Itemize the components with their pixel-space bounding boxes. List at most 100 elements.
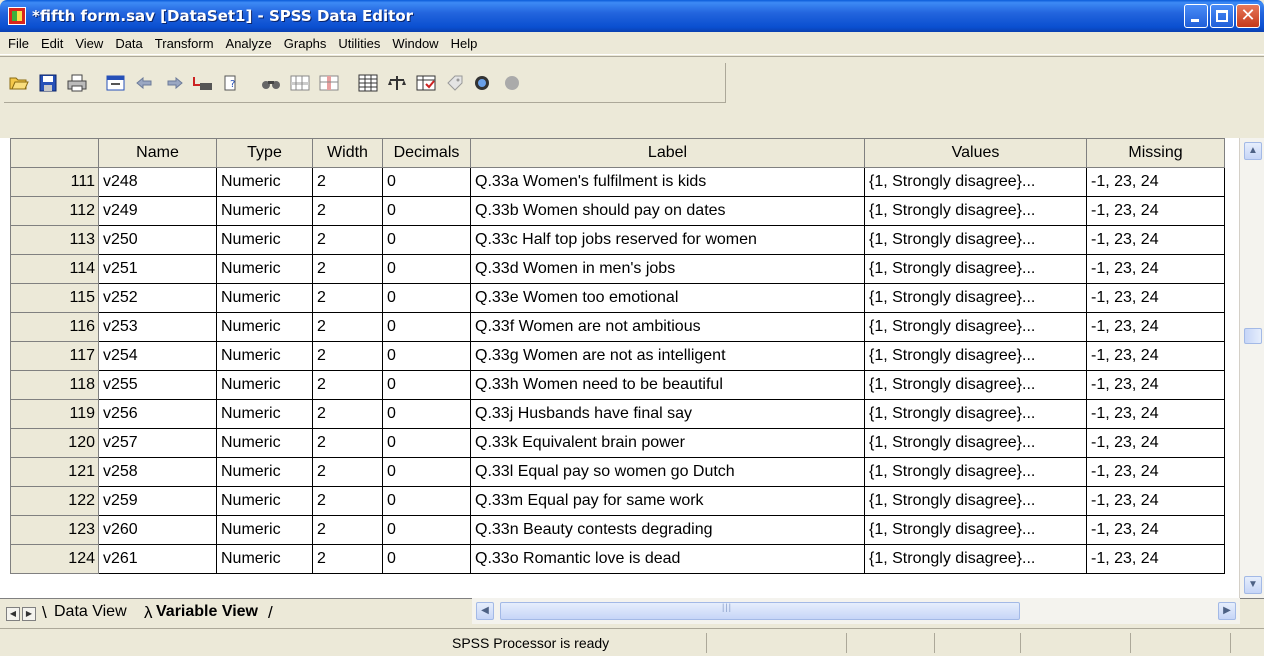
cell-name[interactable]: v248 [98, 167, 217, 197]
row-number[interactable]: 114 [10, 254, 99, 284]
show-all-icon[interactable] [502, 72, 524, 94]
row-number[interactable]: 111 [10, 167, 99, 197]
open-icon[interactable] [8, 72, 30, 94]
horizontal-scrollbar[interactable]: ◀ ||| ▶ [472, 598, 1240, 624]
cell-name[interactable]: v256 [98, 399, 217, 429]
cell-width[interactable]: 2 [312, 225, 383, 255]
cell-name[interactable]: v258 [98, 457, 217, 487]
row-number[interactable]: 122 [10, 486, 99, 516]
insert-cases-icon[interactable] [289, 72, 311, 94]
cell-values[interactable]: {1, Strongly disagree}... [864, 370, 1087, 400]
cell-label[interactable]: Q.33e Women too emotional [470, 283, 865, 313]
cell-missing[interactable]: -1, 23, 24 [1086, 399, 1225, 429]
find-icon[interactable] [260, 72, 282, 94]
cell-missing[interactable]: -1, 23, 24 [1086, 225, 1225, 255]
row-number[interactable]: 124 [10, 544, 99, 574]
dialog-recall-icon[interactable] [105, 72, 127, 94]
cell-width[interactable]: 2 [312, 167, 383, 197]
split-file-icon[interactable] [357, 72, 379, 94]
vertical-scroll-thumb[interactable] [1244, 328, 1262, 344]
cell-label[interactable]: Q.33j Husbands have final say [470, 399, 865, 429]
cell-type[interactable]: Numeric [216, 283, 313, 313]
column-header-type[interactable]: Type [216, 138, 313, 168]
cell-name[interactable]: v255 [98, 370, 217, 400]
cell-width[interactable]: 2 [312, 544, 383, 574]
cell-type[interactable]: Numeric [216, 486, 313, 516]
close-button[interactable]: ✕ [1236, 4, 1260, 28]
cell-values[interactable]: {1, Strongly disagree}... [864, 544, 1087, 574]
tab-variable-view[interactable]: Variable View [156, 603, 258, 621]
row-number[interactable]: 121 [10, 457, 99, 487]
cell-values[interactable]: {1, Strongly disagree}... [864, 428, 1087, 458]
cell-decimals[interactable]: 0 [382, 457, 471, 487]
undo-icon[interactable] [134, 72, 156, 94]
cell-type[interactable]: Numeric [216, 254, 313, 284]
row-number[interactable]: 112 [10, 196, 99, 226]
cell-values[interactable]: {1, Strongly disagree}... [864, 486, 1087, 516]
cell-label[interactable]: Q.33n Beauty contests degrading [470, 515, 865, 545]
cell-name[interactable]: v261 [98, 544, 217, 574]
cell-missing[interactable]: -1, 23, 24 [1086, 167, 1225, 197]
cell-label[interactable]: Q.33a Women's fulfilment is kids [470, 167, 865, 197]
cell-label[interactable]: Q.33g Women are not as intelligent [470, 341, 865, 371]
cell-type[interactable]: Numeric [216, 544, 313, 574]
cell-width[interactable]: 2 [312, 370, 383, 400]
resize-grip-icon[interactable] [1230, 633, 1231, 653]
column-header-values[interactable]: Values [864, 138, 1087, 168]
row-number[interactable]: 118 [10, 370, 99, 400]
cell-label[interactable]: Q.33h Women need to be beautiful [470, 370, 865, 400]
cell-decimals[interactable]: 0 [382, 196, 471, 226]
tab-scroll-right-icon[interactable]: ▶ [22, 607, 36, 621]
cell-width[interactable]: 2 [312, 428, 383, 458]
cell-type[interactable]: Numeric [216, 399, 313, 429]
cell-decimals[interactable]: 0 [382, 544, 471, 574]
cell-label[interactable]: Q.33c Half top jobs reserved for women [470, 225, 865, 255]
cell-label[interactable]: Q.33f Women are not ambitious [470, 312, 865, 342]
cell-decimals[interactable]: 0 [382, 312, 471, 342]
use-sets-icon[interactable] [473, 72, 495, 94]
cell-name[interactable]: v251 [98, 254, 217, 284]
cell-decimals[interactable]: 0 [382, 341, 471, 371]
cell-decimals[interactable]: 0 [382, 283, 471, 313]
title-bar[interactable]: *fifth form.sav [DataSet1] - SPSS Data E… [0, 0, 1264, 32]
row-number[interactable]: 113 [10, 225, 99, 255]
cell-decimals[interactable]: 0 [382, 515, 471, 545]
cell-type[interactable]: Numeric [216, 515, 313, 545]
cell-width[interactable]: 2 [312, 486, 383, 516]
cell-type[interactable]: Numeric [216, 225, 313, 255]
column-header-decimals[interactable]: Decimals [382, 138, 471, 168]
menu-analyze[interactable]: Analyze [220, 36, 278, 51]
cell-type[interactable]: Numeric [216, 428, 313, 458]
cell-width[interactable]: 2 [312, 515, 383, 545]
menu-view[interactable]: View [69, 36, 109, 51]
cell-label[interactable]: Q.33l Equal pay so women go Dutch [470, 457, 865, 487]
weight-cases-icon[interactable] [386, 72, 408, 94]
cell-values[interactable]: {1, Strongly disagree}... [864, 515, 1087, 545]
cell-missing[interactable]: -1, 23, 24 [1086, 457, 1225, 487]
value-labels-icon[interactable] [444, 72, 466, 94]
row-number[interactable]: 120 [10, 428, 99, 458]
cell-width[interactable]: 2 [312, 283, 383, 313]
cell-values[interactable]: {1, Strongly disagree}... [864, 312, 1087, 342]
cell-name[interactable]: v249 [98, 196, 217, 226]
select-cases-icon[interactable] [415, 72, 437, 94]
cell-width[interactable]: 2 [312, 341, 383, 371]
menu-edit[interactable]: Edit [35, 36, 69, 51]
cell-label[interactable]: Q.33o Romantic love is dead [470, 544, 865, 574]
cell-label[interactable]: Q.33b Women should pay on dates [470, 196, 865, 226]
menu-help[interactable]: Help [445, 36, 484, 51]
column-header-name[interactable]: Name [98, 138, 217, 168]
redo-icon[interactable] [163, 72, 185, 94]
cell-missing[interactable]: -1, 23, 24 [1086, 515, 1225, 545]
scroll-down-icon[interactable]: ▼ [1244, 576, 1262, 594]
cell-decimals[interactable]: 0 [382, 254, 471, 284]
cell-decimals[interactable]: 0 [382, 370, 471, 400]
variables-icon[interactable]: ? [221, 72, 243, 94]
cell-decimals[interactable]: 0 [382, 428, 471, 458]
corner-cell[interactable] [10, 138, 99, 168]
cell-type[interactable]: Numeric [216, 167, 313, 197]
menu-graphs[interactable]: Graphs [278, 36, 333, 51]
menu-file[interactable]: File [2, 36, 35, 51]
cell-missing[interactable]: -1, 23, 24 [1086, 341, 1225, 371]
vertical-scrollbar[interactable]: ▲ ▼ [1239, 138, 1264, 598]
